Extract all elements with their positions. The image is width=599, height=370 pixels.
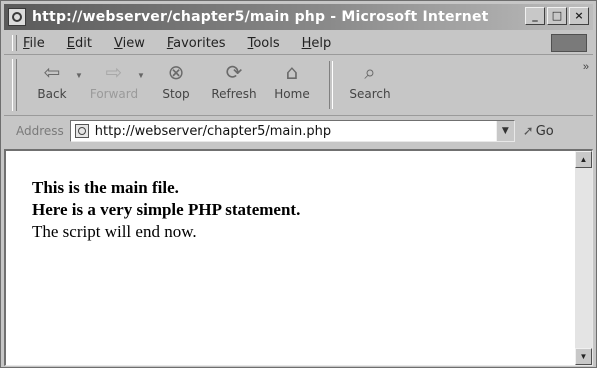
go-label: Go (535, 123, 554, 139)
window-controls: _ □ × (525, 7, 589, 25)
vertical-scrollbar[interactable]: ▲ ▼ (575, 151, 592, 365)
back-arrow-icon: ⇦ (43, 60, 61, 84)
toolbar-separator (329, 61, 333, 109)
menu-tools[interactable]: Tools (248, 36, 280, 51)
minimize-button[interactable]: _ (525, 7, 545, 25)
stop-button[interactable]: ⊗ Stop (147, 55, 205, 111)
maximize-button[interactable]: □ (547, 7, 567, 25)
home-button[interactable]: ⌂ Home (263, 55, 321, 111)
scroll-up-arrow-icon[interactable]: ▲ (575, 151, 592, 168)
menu-bar: File Edit View Favorites Tools Help (4, 32, 593, 55)
refresh-icon: ⟳ (225, 60, 243, 84)
refresh-button[interactable]: ⟳ Refresh (205, 55, 263, 111)
address-bar: Address http://webserver/chapter5/main.p… (4, 117, 593, 145)
toolbar: ⇦ Back ▼ ⇨ Forward ▼ ⊗ Stop ⟳ Refresh ⌂ … (4, 55, 593, 116)
back-dropdown-icon[interactable]: ▼ (75, 71, 85, 80)
address-label: Address (16, 124, 64, 138)
search-button[interactable]: ⌕ Search (341, 55, 399, 111)
forward-label: Forward (89, 87, 139, 101)
forward-button[interactable]: ⇨ Forward (85, 55, 143, 111)
back-button[interactable]: ⇦ Back (23, 55, 81, 111)
menu-grip[interactable] (12, 35, 17, 51)
go-button[interactable]: ➚ Go (523, 124, 554, 139)
menu-edit[interactable]: Edit (67, 36, 92, 51)
content-line-3: The script will end now. (32, 222, 197, 241)
forward-arrow-icon: ⇨ (105, 60, 123, 84)
address-input[interactable]: http://webserver/chapter5/main.php ▼ (69, 120, 515, 142)
content-line-1: This is the main file. (32, 178, 179, 197)
forward-dropdown-icon[interactable]: ▼ (137, 71, 147, 80)
search-label: Search (349, 87, 391, 101)
toolbar-overflow-chevron-icon[interactable]: » (583, 61, 589, 73)
windows-logo-icon (551, 34, 587, 52)
menu-file[interactable]: File (23, 36, 45, 51)
close-button[interactable]: × (569, 7, 589, 25)
ie-page-icon (8, 8, 26, 26)
stop-label: Stop (162, 87, 190, 101)
content-line-2: Here is a very simple PHP statement. (32, 200, 301, 219)
page-content: This is the main file. Here is a very si… (4, 149, 593, 366)
menu-favorites[interactable]: Favorites (167, 36, 226, 51)
browser-window: http://webserver/chapter5/main php - Mic… (0, 0, 597, 368)
home-icon: ⌂ (285, 60, 299, 84)
address-url[interactable]: http://webserver/chapter5/main.php (95, 124, 331, 139)
menu-view[interactable]: View (114, 36, 145, 51)
window-title: http://webserver/chapter5/main php - Mic… (32, 9, 489, 25)
document-body: This is the main file. Here is a very si… (32, 177, 300, 243)
toolbar-grip[interactable] (12, 59, 17, 111)
search-icon: ⌕ (364, 60, 376, 84)
scroll-down-arrow-icon[interactable]: ▼ (575, 348, 592, 365)
go-arrow-icon: ➚ (522, 123, 534, 139)
home-label: Home (274, 87, 310, 101)
menu-help[interactable]: Help (302, 36, 332, 51)
stop-icon: ⊗ (167, 60, 185, 84)
page-icon (74, 124, 89, 138)
address-dropdown-icon[interactable]: ▼ (495, 121, 514, 141)
back-label: Back (37, 87, 67, 101)
refresh-label: Refresh (211, 87, 257, 101)
title-bar[interactable]: http://webserver/chapter5/main php - Mic… (4, 4, 593, 30)
